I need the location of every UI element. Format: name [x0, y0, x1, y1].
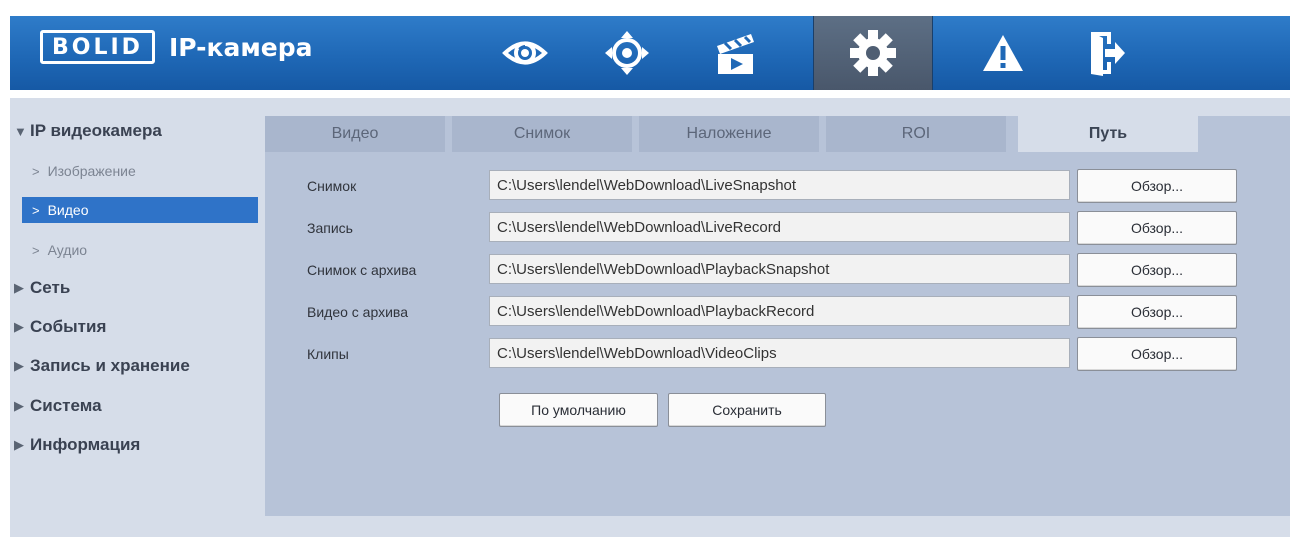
sidebar-section-ip-camera[interactable]: ▼ IP видеокамера — [10, 116, 260, 146]
path-input-record[interactable] — [489, 212, 1070, 242]
sidebar-section-label: Информация — [30, 435, 141, 454]
playback-clapper-icon — [717, 34, 754, 74]
content-area: ▼ IP видеокамера > Изображение > Видео >… — [10, 98, 1290, 537]
sidebar-section-label: IP видеокамера — [30, 121, 162, 140]
ptz-control-icon — [605, 31, 649, 75]
default-button[interactable]: По умолчанию — [499, 393, 658, 427]
tab-video[interactable]: Видео — [265, 116, 445, 152]
sidebar-item-video[interactable]: > Видео — [22, 197, 258, 223]
tab-roi[interactable]: ROI — [826, 116, 1006, 152]
path-label: Запись — [307, 220, 353, 236]
browse-button[interactable]: Обзор... — [1077, 295, 1237, 329]
chevron-right-icon: > — [32, 242, 40, 258]
path-input-snapshot[interactable] — [489, 170, 1070, 200]
tab-overlay[interactable]: Наложение — [639, 116, 819, 152]
path-row-clips: Клипы Обзор... — [265, 336, 1290, 372]
path-label: Снимок — [307, 178, 357, 194]
sidebar-section-label: Система — [30, 396, 102, 415]
caret-right-icon: ▶ — [14, 398, 24, 413]
sidebar-section-system[interactable]: ▶ Система — [10, 391, 260, 421]
nav-logout[interactable] — [1072, 16, 1142, 90]
alarm-warning-icon — [983, 35, 1023, 71]
caret-right-icon: ▶ — [14, 358, 24, 373]
path-row-snapshot: Снимок Обзор... — [265, 168, 1290, 204]
logout-exit-icon — [1091, 32, 1125, 76]
path-input-playback-snapshot[interactable] — [489, 254, 1070, 284]
nav-alarm[interactable] — [968, 16, 1038, 90]
caret-right-icon: ▶ — [14, 437, 24, 452]
sidebar-item-label: Изображение — [47, 163, 136, 179]
sidebar-item-image[interactable]: > Изображение — [22, 158, 258, 184]
tab-bar: Видео Снимок Наложение ROI Путь — [265, 116, 1290, 152]
caret-down-icon: ▼ — [14, 123, 27, 139]
save-button[interactable]: Сохранить — [668, 393, 826, 427]
settings-gear-icon — [850, 30, 896, 76]
app-title: IP-камера — [168, 32, 313, 62]
tab-path[interactable]: Путь — [1018, 116, 1198, 152]
sidebar-item-audio[interactable]: > Аудио — [22, 237, 258, 263]
browse-button[interactable]: Обзор... — [1077, 211, 1237, 245]
path-input-clips[interactable] — [489, 338, 1070, 368]
live-view-eye-icon — [502, 41, 548, 65]
tab-snapshot[interactable]: Снимок — [452, 116, 632, 152]
path-row-record: Запись Обзор... — [265, 210, 1290, 246]
nav-live-view[interactable] — [490, 16, 560, 90]
top-header: BOLID IP-камера — [10, 16, 1290, 90]
sidebar-section-network[interactable]: ▶ Сеть — [10, 273, 260, 303]
browse-button[interactable]: Обзор... — [1077, 337, 1237, 371]
sidebar-section-events[interactable]: ▶ События — [10, 312, 260, 342]
sidebar-item-label: Видео — [47, 202, 89, 218]
browse-button[interactable]: Обзор... — [1077, 169, 1237, 203]
caret-right-icon: ▶ — [14, 280, 24, 295]
brand-logo: BOLID IP-камера — [40, 30, 313, 64]
path-row-playback-record: Видео с архива Обзор... — [265, 294, 1290, 330]
sidebar-section-label: Запись и хранение — [30, 356, 190, 375]
nav-playback[interactable] — [700, 16, 770, 90]
path-label: Снимок с архива — [307, 262, 417, 278]
sidebar-section-label: События — [30, 317, 107, 336]
path-row-playback-snapshot: Снимок с архива Обзор... — [265, 252, 1290, 288]
path-label: Клипы — [307, 346, 349, 362]
sidebar-item-label: Аудио — [47, 242, 88, 258]
sidebar-section-info[interactable]: ▶ Информация — [10, 430, 260, 460]
path-input-playback-record[interactable] — [489, 296, 1070, 326]
sidebar-section-label: Сеть — [30, 278, 71, 297]
path-label: Видео с архива — [307, 304, 408, 320]
caret-right-icon: ▶ — [14, 319, 24, 334]
sidebar: ▼ IP видеокамера > Изображение > Видео >… — [10, 98, 260, 537]
nav-ptz[interactable] — [592, 16, 662, 90]
nav-settings[interactable] — [813, 16, 933, 90]
chevron-right-icon: > — [32, 163, 40, 179]
chevron-right-icon: > — [32, 202, 40, 218]
settings-panel: Видео Снимок Наложение ROI Путь Снимок О… — [265, 116, 1290, 516]
bolid-logo: BOLID — [40, 30, 155, 64]
sidebar-section-storage[interactable]: ▶ Запись и хранение — [10, 351, 260, 381]
browse-button[interactable]: Обзор... — [1077, 253, 1237, 287]
